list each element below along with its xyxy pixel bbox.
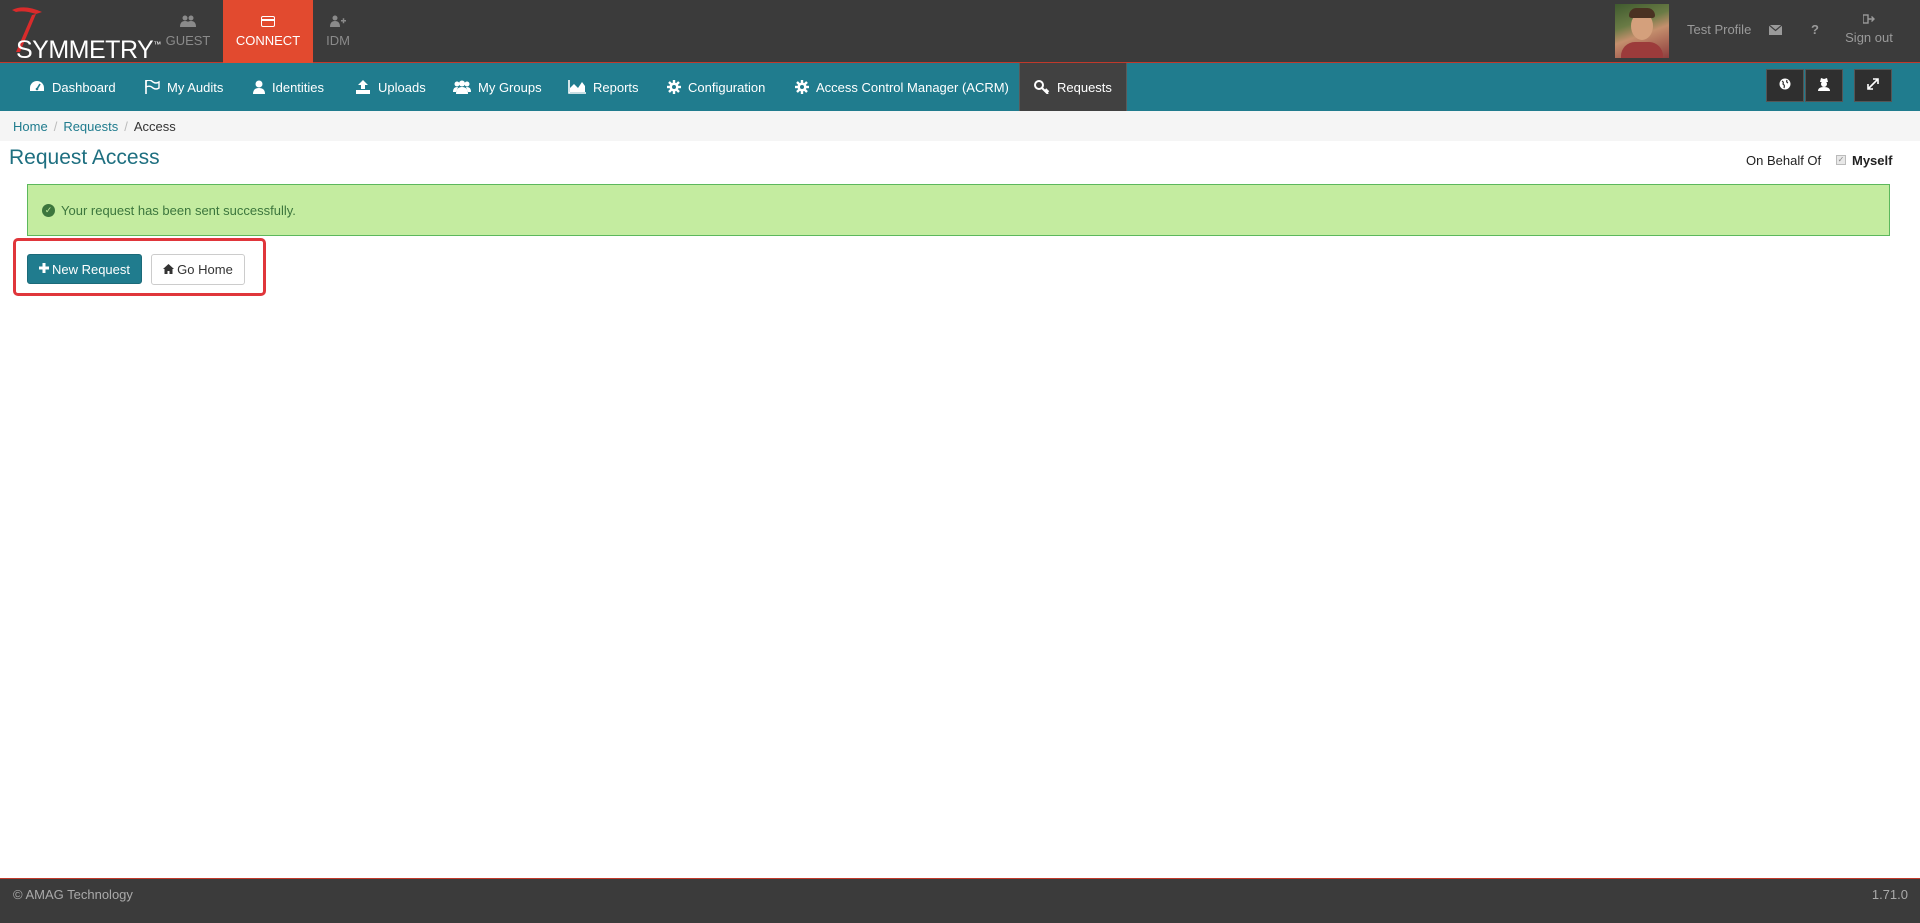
check-circle-icon: ✓ — [42, 203, 55, 217]
app-tab-connect[interactable]: CONNECT — [223, 0, 313, 63]
fullscreen-button[interactable] — [1854, 69, 1892, 102]
breadcrumb-requests[interactable]: Requests — [63, 119, 118, 134]
breadcrumb-current: Access — [133, 118, 176, 134]
nav-item-dashboard[interactable]: Dashboard — [29, 63, 116, 111]
nav-item-configuration[interactable]: Configuration — [667, 63, 765, 111]
breadcrumb: Home / Requests / Access — [0, 111, 1920, 141]
gear-icon — [667, 80, 681, 94]
nav-item-label: Uploads — [378, 79, 426, 95]
area-chart-icon — [568, 80, 586, 94]
new-request-label: New Request — [51, 261, 131, 277]
avatar[interactable] — [1615, 4, 1669, 58]
sign-out-icon — [1838, 14, 1900, 27]
nav-item-identities[interactable]: Identities — [253, 63, 324, 111]
footer: © AMAG Technology 1.71.0 — [0, 878, 1920, 923]
envelope-icon[interactable] — [1768, 23, 1783, 38]
incognito-button[interactable] — [1805, 69, 1843, 102]
profile-link[interactable]: Test Profile — [1687, 22, 1751, 37]
upload-icon — [355, 80, 371, 94]
nav-item-label: My Groups — [478, 79, 542, 95]
app-tab-label: GUEST — [165, 33, 211, 48]
app-tab-label: IDM — [326, 33, 350, 48]
language-button[interactable] — [1766, 69, 1804, 102]
symmetry-logo[interactable]: SYMMETRY™ — [6, 4, 161, 64]
nav-item-label: Configuration — [688, 79, 766, 95]
nav-item-label: Identities — [272, 79, 325, 95]
new-request-button[interactable]: New Request — [27, 254, 142, 284]
nav-item-reports[interactable]: Reports — [568, 63, 639, 111]
users-icon — [180, 15, 196, 30]
group-icon — [453, 80, 471, 94]
version: 1.71.0 — [1871, 887, 1908, 902]
key-icon — [1034, 80, 1050, 94]
breadcrumb-separator: / — [53, 118, 58, 134]
nav-item-label: Access Control Manager (ACRM) — [816, 79, 1009, 95]
top-bar: SYMMETRY™ GUEST CONNECT IDM Test Profile… — [0, 0, 1920, 64]
globe-icon — [1779, 78, 1791, 93]
on-behalf-label: On Behalf Of — [1746, 153, 1822, 168]
nav-item-requests[interactable]: Requests — [1019, 63, 1127, 111]
copyright: © AMAG Technology — [13, 887, 133, 902]
sign-out-button[interactable]: Sign out — [1838, 14, 1900, 45]
user-secret-icon — [1818, 77, 1830, 94]
go-home-button[interactable]: Go Home — [151, 254, 245, 285]
nav-item-uploads[interactable]: Uploads — [355, 63, 426, 111]
help-icon[interactable]: ? — [1811, 22, 1819, 37]
flag-icon — [144, 80, 160, 94]
gear-icon — [795, 80, 809, 94]
breadcrumb-separator: / — [124, 118, 128, 134]
expand-icon — [1867, 78, 1879, 93]
on-behalf-value: Myself — [1852, 153, 1893, 168]
breadcrumb-home[interactable]: Home — [13, 119, 48, 134]
plus-icon — [38, 262, 49, 276]
brand-name: SYMMETRY — [16, 36, 154, 64]
sign-out-label: Sign out — [1845, 30, 1893, 45]
app-tab-guest[interactable]: GUEST — [156, 0, 220, 63]
nav-item-label: My Audits — [167, 79, 224, 95]
nav-item-acrm[interactable]: Access Control Manager (ACRM) — [795, 63, 1009, 111]
dashboard-icon — [29, 80, 45, 94]
nav-item-label: Dashboard — [52, 79, 116, 95]
alert-message: Your request has been sent successfully. — [61, 202, 296, 218]
user-plus-icon — [330, 15, 346, 30]
nav-item-my-groups[interactable]: My Groups — [453, 63, 542, 111]
main-nav: Dashboard My Audits Identities Uploads M… — [0, 63, 1920, 111]
nav-item-my-audits[interactable]: My Audits — [144, 63, 223, 111]
on-behalf-checkbox[interactable]: ✓ — [1836, 155, 1846, 165]
nav-item-label: Reports — [593, 79, 639, 95]
card-icon — [261, 15, 275, 30]
user-icon — [253, 80, 265, 94]
success-alert: ✓ Your request has been sent successfull… — [27, 184, 1890, 236]
go-home-label: Go Home — [177, 262, 233, 277]
app-tab-idm[interactable]: IDM — [316, 0, 360, 63]
home-icon — [163, 263, 175, 277]
nav-item-label: Requests — [1057, 79, 1112, 95]
app-tab-label: CONNECT — [235, 32, 301, 48]
page-title: Request Access — [9, 146, 160, 169]
